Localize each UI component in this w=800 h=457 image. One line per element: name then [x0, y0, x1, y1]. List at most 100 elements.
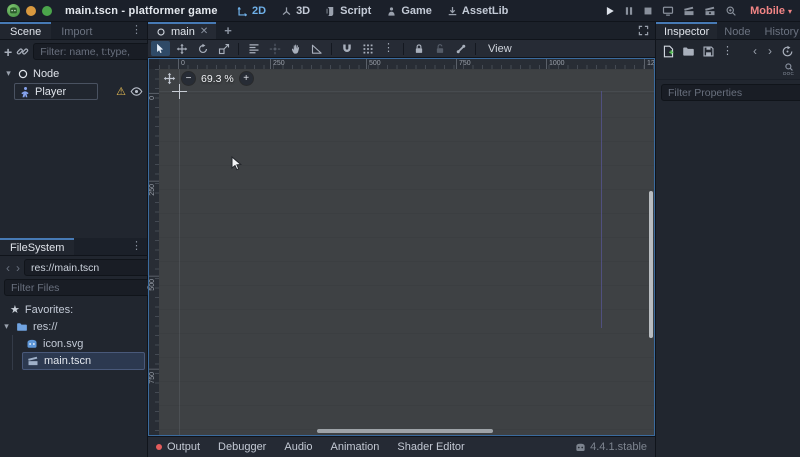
filter-properties-input[interactable] — [668, 87, 800, 99]
tab-inspector[interactable]: Inspector — [656, 22, 717, 39]
renderer-selector[interactable]: Mobile ▾ — [750, 5, 792, 17]
filesystem-dock-tabs: FileSystem ⋮ — [0, 238, 147, 256]
viewport-2d[interactable]: 0 250 500 750 1000 1250 0 250 500 750 − … — [148, 58, 655, 436]
lock-icon[interactable] — [409, 41, 428, 56]
filesystem-tree: ★ Favorites: ▾ res:// icon.svg main.tscn — [0, 299, 147, 370]
current-path-input[interactable] — [31, 262, 166, 274]
bottom-tab-audio[interactable]: Audio — [284, 441, 312, 453]
open-docs-icon[interactable]: DOC — [783, 62, 794, 76]
workspace-script[interactable]: Script — [325, 5, 371, 17]
history-list-icon[interactable] — [781, 45, 794, 58]
vertical-scrollbar[interactable] — [649, 191, 653, 338]
remote-debug-icon[interactable] — [662, 5, 674, 17]
stop-button[interactable] — [643, 6, 653, 16]
skeleton-bone-icon[interactable] — [451, 41, 470, 56]
expand-viewport-icon[interactable] — [632, 22, 655, 39]
tab-import[interactable]: Import — [51, 22, 102, 39]
zoom-in-button[interactable]: + — [240, 72, 253, 85]
nav-back-icon[interactable]: ‹ — [4, 261, 12, 275]
nav-forward-icon[interactable]: › — [14, 261, 22, 275]
filesystem-dock: FileSystem ⋮ ‹ › ★ Favorites: ▾ res:// — [0, 238, 148, 457]
tree-row-node[interactable]: ▾ Node — [0, 65, 147, 82]
version-info[interactable]: 4.4.1.stable — [575, 441, 647, 453]
dock-menu-icon[interactable]: ⋮ — [126, 22, 147, 39]
center-view-icon[interactable] — [163, 72, 176, 85]
filter-files-input[interactable] — [11, 282, 146, 294]
collapse-caret-icon[interactable]: ▾ — [2, 321, 11, 332]
filter-files-field[interactable] — [4, 279, 161, 296]
bottom-tab-animation[interactable]: Animation — [331, 441, 380, 453]
scene-dock-toolbar: + ⋮ — [0, 40, 147, 63]
res-folder-row[interactable]: ▾ res:// — [0, 318, 147, 335]
movie-maker-icon[interactable] — [725, 5, 737, 17]
pivot-tool[interactable] — [265, 41, 284, 56]
history-back-icon[interactable]: ‹ — [751, 44, 759, 58]
chevron-down-icon: ▾ — [788, 7, 792, 16]
collapse-caret-icon[interactable]: ▾ — [4, 68, 13, 79]
viewport-boundary-line — [601, 91, 602, 328]
playback-controls: Mobile ▾ — [605, 0, 792, 22]
node-icon — [17, 68, 29, 80]
ruler-tool[interactable] — [307, 41, 326, 56]
workspace-3d[interactable]: 3D — [281, 5, 310, 17]
list-select-icon[interactable] — [244, 41, 263, 56]
favorites-row[interactable]: ★ Favorites: — [0, 301, 147, 318]
canvas-toolbar: ⋮ View — [148, 40, 655, 58]
canvas[interactable]: − 69.3 % + — [159, 69, 654, 435]
inspector-doc-row: DOC — [656, 61, 800, 80]
snap-options-icon[interactable]: ⋮ — [379, 41, 398, 56]
window-title: main.tscn - platformer game — [65, 5, 218, 17]
workspace-assetlib[interactable]: AssetLib — [447, 5, 508, 17]
add-node-button[interactable]: + — [4, 45, 12, 59]
filter-properties-field[interactable] — [661, 84, 800, 101]
file-row-main-tscn[interactable]: main.tscn — [22, 352, 145, 370]
tree-row-player[interactable]: Player ⚠ — [0, 82, 147, 101]
minimize-button[interactable] — [26, 6, 36, 16]
file-row-icon-svg[interactable]: icon.svg — [0, 335, 147, 352]
new-resource-icon[interactable] — [662, 45, 675, 58]
rotate-tool[interactable] — [193, 41, 212, 56]
ruler-corner — [149, 59, 159, 69]
player-node-box[interactable]: Player — [14, 83, 98, 100]
scene-tab-main[interactable]: main ✕ — [148, 22, 216, 39]
horizontal-ruler: 0 250 500 750 1000 1250 — [159, 59, 654, 69]
view-menu[interactable]: View — [481, 43, 519, 55]
script-icon — [325, 6, 336, 17]
smart-snap-icon[interactable] — [337, 41, 356, 56]
play-custom-scene-button[interactable] — [704, 5, 716, 17]
resource-menu-icon[interactable]: ⋮ — [722, 46, 733, 57]
bottom-tab-output[interactable]: Output — [156, 441, 200, 453]
zoom-out-button[interactable]: − — [182, 72, 195, 85]
instance-scene-icon[interactable] — [16, 45, 29, 58]
move-tool[interactable] — [172, 41, 191, 56]
bottom-tab-debugger[interactable]: Debugger — [218, 441, 266, 453]
scale-tool[interactable] — [214, 41, 233, 56]
save-icon[interactable] — [702, 45, 715, 58]
workspace-switcher: 2D 3D Script Game AssetLib — [237, 0, 508, 22]
pan-tool[interactable] — [286, 41, 305, 56]
horizontal-scrollbar[interactable] — [317, 429, 493, 433]
zoom-percent-label[interactable]: 69.3 % — [201, 73, 234, 85]
close-icon[interactable]: ✕ — [200, 26, 208, 37]
workspace-2d[interactable]: 2D — [237, 5, 266, 17]
visibility-eye-icon[interactable] — [130, 85, 143, 98]
load-resource-folder-icon[interactable] — [682, 45, 695, 58]
pause-button[interactable] — [624, 6, 634, 16]
dock-menu-icon[interactable]: ⋮ — [126, 238, 147, 255]
tab-history[interactable]: History — [758, 22, 800, 39]
tab-node[interactable]: Node — [717, 22, 757, 39]
tab-filesystem[interactable]: FileSystem — [0, 238, 74, 255]
play-button[interactable] — [605, 6, 615, 16]
warning-icon[interactable]: ⚠ — [116, 85, 126, 98]
maximize-button[interactable] — [42, 6, 52, 16]
tab-scene[interactable]: Scene — [0, 22, 51, 39]
workspace-game[interactable]: Game — [386, 5, 432, 17]
history-forward-icon[interactable]: › — [766, 44, 774, 58]
grid-snap-icon[interactable] — [358, 41, 377, 56]
star-icon: ★ — [10, 303, 20, 316]
bottom-tab-shader-editor[interactable]: Shader Editor — [397, 441, 464, 453]
select-tool[interactable] — [151, 41, 170, 56]
play-scene-button[interactable] — [683, 5, 695, 17]
unlock-icon[interactable] — [430, 41, 449, 56]
new-scene-tab-button[interactable]: + — [216, 22, 240, 39]
